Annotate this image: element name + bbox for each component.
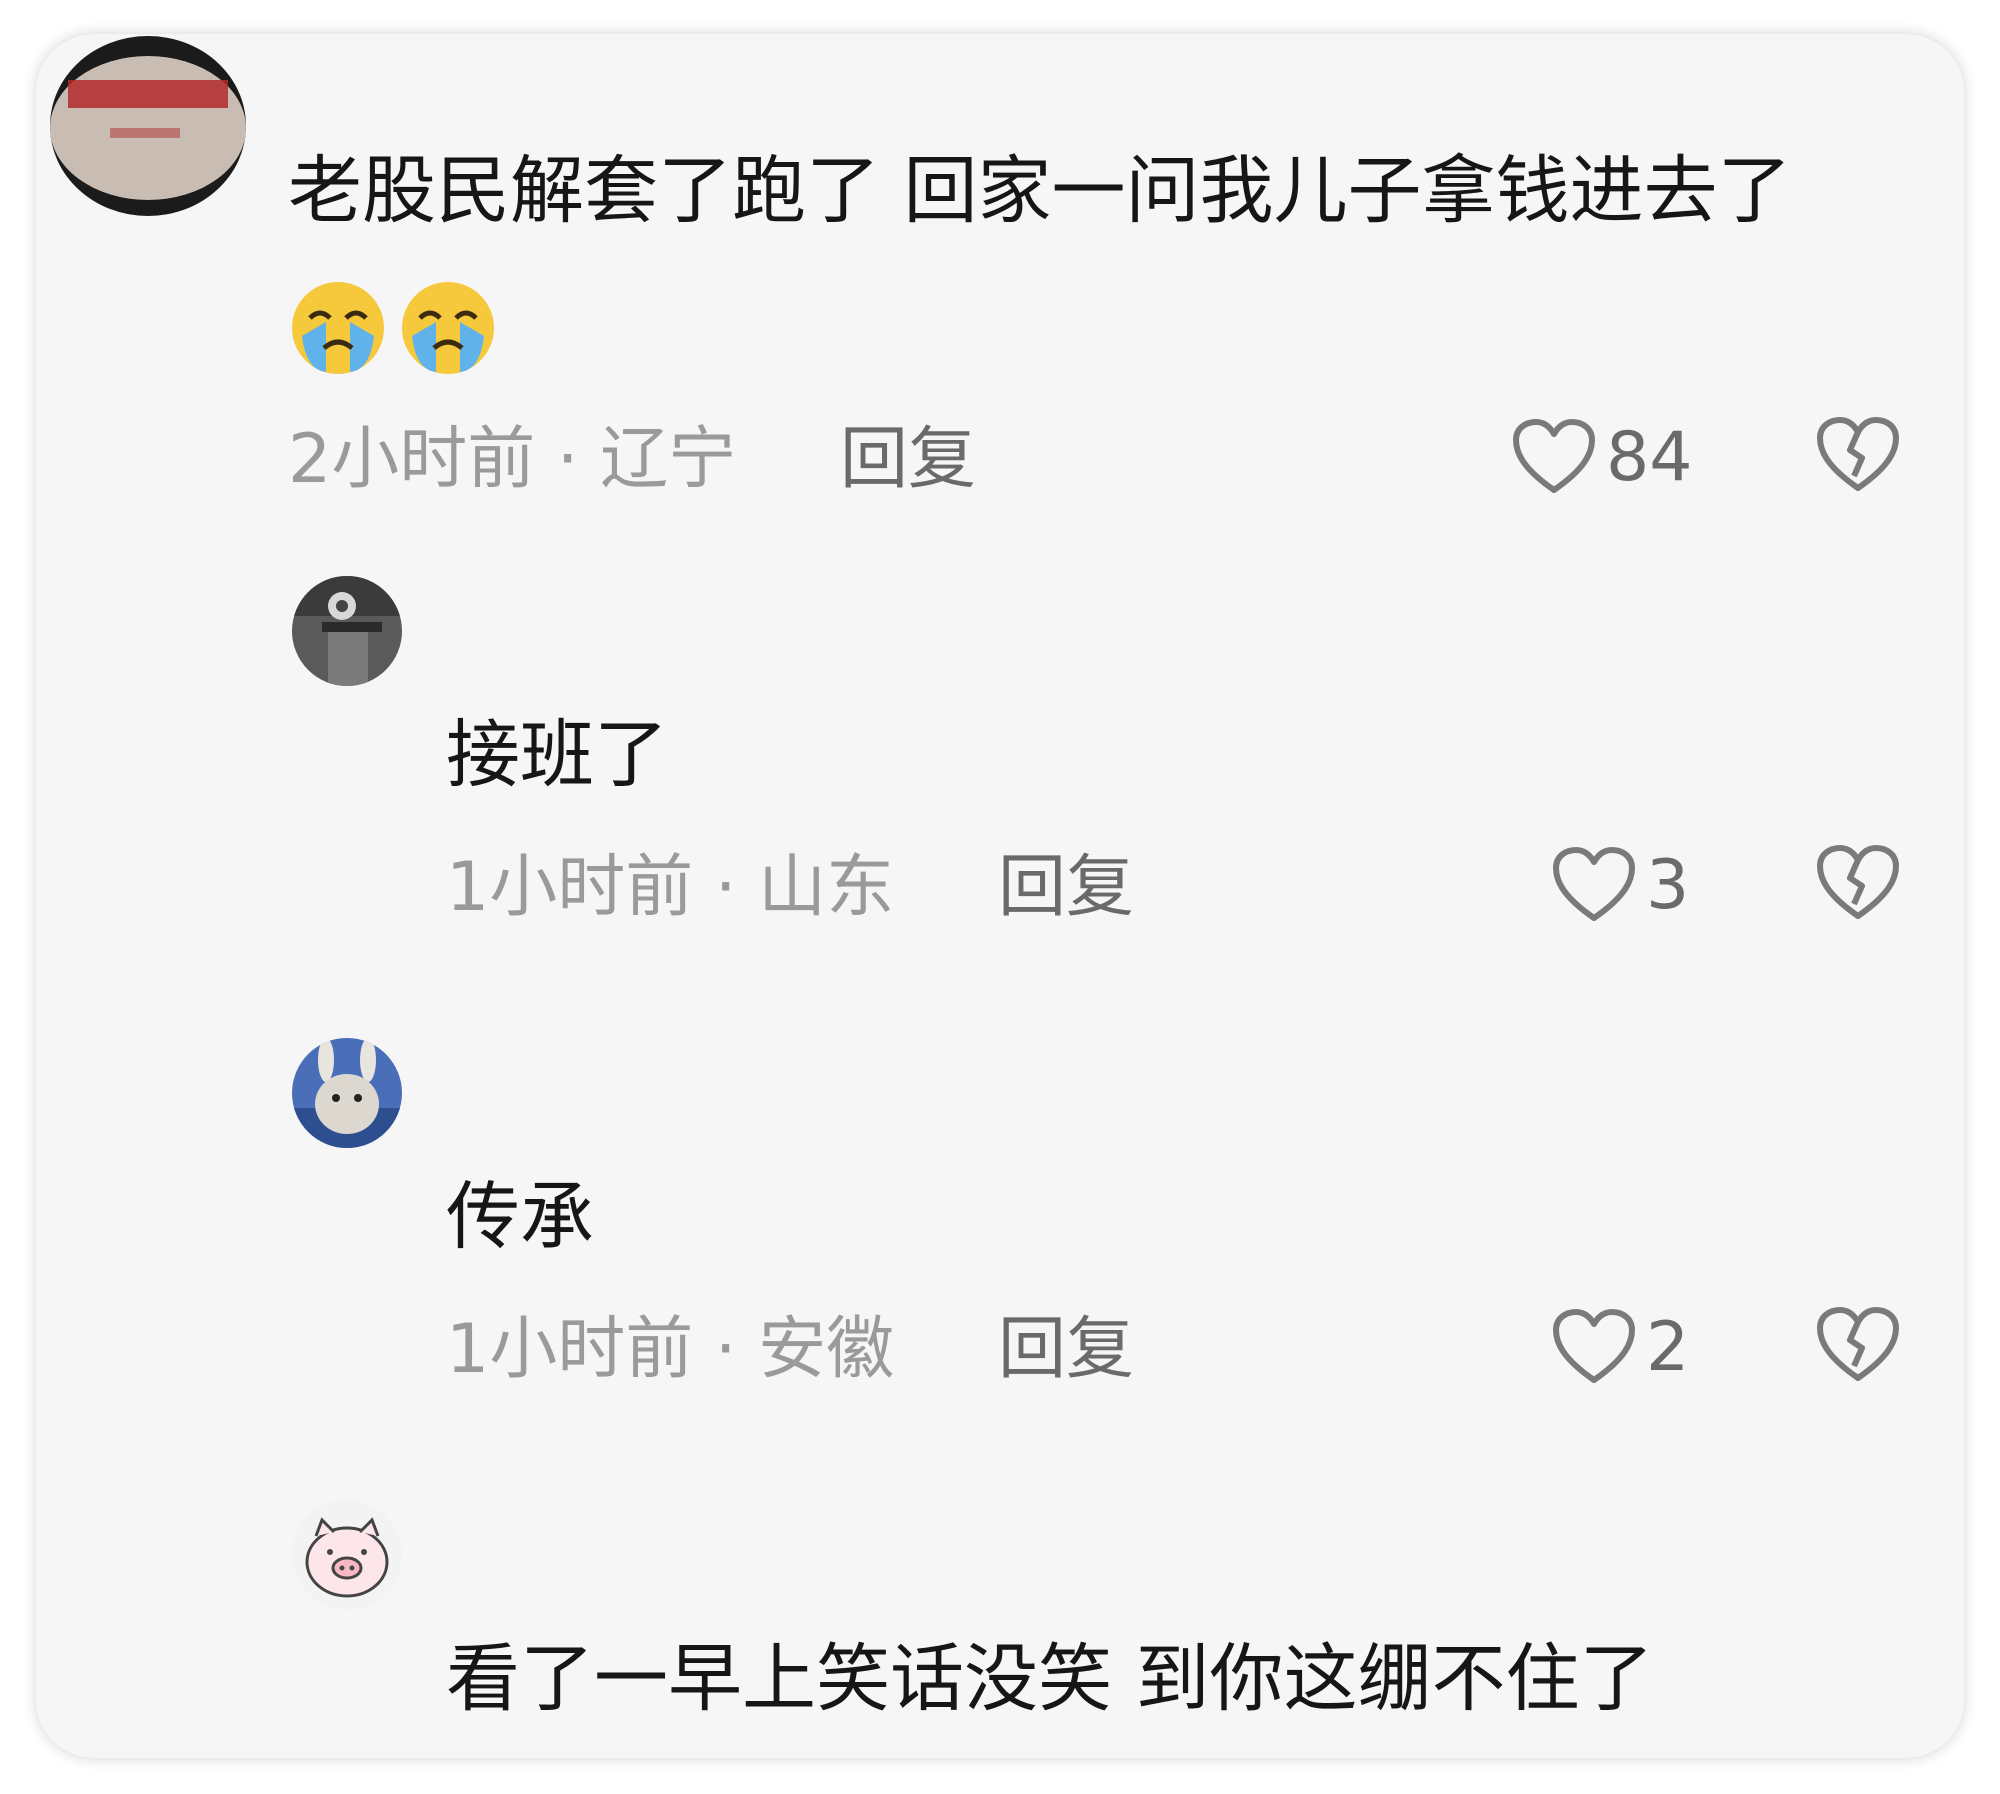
avatar[interactable] [292,576,402,686]
comment-time: 1小时前 [446,848,694,927]
comment-time: 2小时前 [288,420,536,499]
rabbit-photo-avatar [292,1038,402,1148]
dislike-button[interactable] [1816,844,1900,924]
loudly-crying-face-icon [288,278,388,378]
heart-outline-icon [1553,1309,1635,1383]
reply-button[interactable]: 回复 [998,1316,1134,1384]
comment-time: 1小时前 [446,1310,694,1389]
statue-photo-avatar [292,576,402,686]
comment-text: 传承 [446,1174,594,1260]
comment-meta: 1小时前 · 山东 [446,854,894,922]
broken-heart-icon [1817,845,1899,919]
comment-card: 老股民解套了跑了 回家一问我儿子拿钱进去了 2小时前 · 辽宁 回复 84 接班… [36,34,1964,1758]
dislike-button[interactable] [1816,416,1900,496]
red-seal-text-avatar [50,36,246,216]
heart-outline-icon [1553,847,1635,921]
comment-location: 安徽 [758,1310,895,1389]
comment-text: 老股民解套了跑了 回家一问我儿子拿钱进去了 [288,148,1792,234]
reply-button[interactable]: 回复 [840,426,976,494]
comment-meta: 2小时前 · 辽宁 [288,426,736,494]
broken-heart-icon [1817,417,1899,491]
like-count: 2 [1646,1308,1690,1387]
meta-separator: · [693,848,759,927]
avatar[interactable] [292,1500,402,1610]
like-button[interactable]: 2 [1552,1306,1689,1390]
avatar[interactable] [292,1038,402,1148]
meta-separator: · [693,1310,759,1389]
heart-outline-icon [1513,419,1595,493]
dislike-button[interactable] [1816,1306,1900,1386]
pig-avatar [292,1500,402,1610]
comment-location: 山东 [758,848,895,927]
like-count: 84 [1606,418,1693,497]
comment-meta: 1小时前 · 安徽 [446,1316,894,1384]
like-button[interactable]: 3 [1552,844,1689,928]
meta-separator: · [535,420,601,499]
broken-heart-icon [1817,1307,1899,1381]
comment-text: 看了一早上笑话没笑 到你这绷不住了 [446,1636,1654,1722]
avatar[interactable] [50,36,246,216]
reply-button[interactable]: 回复 [998,854,1134,922]
like-count: 3 [1646,846,1690,925]
comment-location: 辽宁 [600,420,737,499]
comment-text: 接班了 [446,712,668,798]
like-button[interactable]: 84 [1512,416,1693,500]
loudly-crying-face-icon [398,278,498,378]
